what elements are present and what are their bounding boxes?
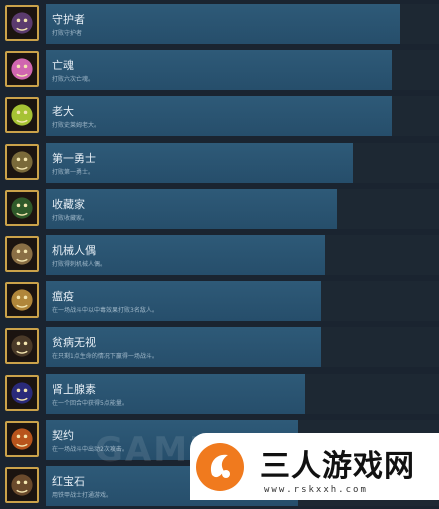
achievement-title: 契约: [52, 428, 74, 442]
achievement-row: 老大打败史莱姆老大。: [0, 95, 439, 139]
progress-fill: [46, 4, 400, 44]
progress-fill: [46, 281, 321, 322]
brand-url: www.rskxxh.com: [264, 485, 368, 495]
progress-track: 肾上腺素在一个回合中获得5点能量。: [46, 373, 439, 414]
achievement-row: 机械人偶打败得刺机械人偶。: [0, 234, 439, 278]
achievement-title: 机械人偶: [52, 244, 96, 257]
achievement-title: 第一勇士: [52, 151, 96, 165]
achievement-row: 瘟疫在一场战斗中以中毒效果打败3名敌人。: [0, 280, 439, 324]
achievement-description: 打败史莱姆老大。: [52, 122, 101, 130]
progress-track: 贫病无视在只剩1点生命的情况下赢得一场战斗。: [46, 327, 439, 368]
achievement-description: 打败收藏家。: [52, 214, 89, 222]
achievement-row: 收藏家 打败收藏家。: [0, 188, 439, 232]
collector-icon: [5, 189, 39, 226]
achievement-title: 贫病无视: [52, 336, 96, 350]
champion-icon: [5, 143, 39, 180]
progress-track: 瘟疫在一场战斗中以中毒效果打败3名敌人。: [46, 281, 439, 322]
progress-track: 第一勇士打败第一勇士。: [46, 142, 439, 183]
ruby-icon: [5, 467, 39, 503]
puppet-icon: [5, 236, 39, 272]
achievement-description: 打败守护者: [52, 30, 83, 37]
plague-icon: [5, 282, 39, 319]
progress-track: 亡魂 打败六次亡魂。: [46, 50, 439, 91]
brand-name: 三人游戏网: [260, 449, 415, 484]
pact-icon: [5, 420, 39, 457]
achievement-description: 在只剩1点生命的情况下赢得一场战斗。: [52, 353, 158, 361]
achievement-title: 亡魂: [52, 59, 74, 73]
progress-fill: [46, 50, 392, 91]
achievement-row: 第一勇士打败第一勇士。: [0, 142, 439, 186]
progress-track: 机械人偶打败得刺机械人偶。: [46, 235, 439, 275]
achievement-description: 打败得刺机械人偶。: [52, 261, 107, 268]
achievement-title: 守护者: [52, 13, 85, 26]
progress-track: 守护者 打败守护者: [46, 4, 439, 44]
progress-track: 老大打败史莱姆老大。: [46, 96, 439, 137]
progress-track: 收藏家 打败收藏家。: [46, 188, 439, 229]
progress-fill: [46, 96, 392, 137]
achievement-row: 贫病无视在只剩1点生命的情况下赢得一场战斗。: [0, 326, 439, 370]
achievement-title: 瘟疫: [52, 290, 74, 304]
achievement-description: 在一场战斗中以中毒效果打败3名敌人。: [52, 307, 158, 315]
achievement-row: 肾上腺素在一个回合中获得5点能量。: [0, 373, 439, 417]
guardian-icon: [5, 5, 39, 41]
achievement-description: 打败第一勇士。: [52, 168, 95, 176]
achievement-row: 亡魂 打败六次亡魂。: [0, 49, 439, 93]
achievement-description: 打败六次亡魂。: [52, 76, 95, 84]
achievement-title: 收藏家: [52, 197, 85, 211]
brand-logo-icon: [196, 443, 244, 491]
achievement-description: 在一个回合中获得5点能量。: [52, 399, 128, 407]
achievement-title: 老大: [52, 105, 74, 119]
adrenaline-icon: [5, 374, 39, 411]
achievement-title: 红宝石: [52, 475, 85, 488]
slime-king-icon: [5, 97, 39, 134]
ghost-icon: [5, 51, 39, 88]
achievement-row: 守护者 打败守护者: [0, 3, 439, 47]
brand-badge: 三人游戏网 www.rskxxh.com: [190, 433, 439, 500]
indifferent-icon: [5, 328, 39, 365]
progress-fill: [46, 188, 337, 229]
achievement-title: 肾上腺素: [52, 382, 96, 396]
achievement-description: 用铁甲战士打通游戏。: [52, 492, 113, 499]
